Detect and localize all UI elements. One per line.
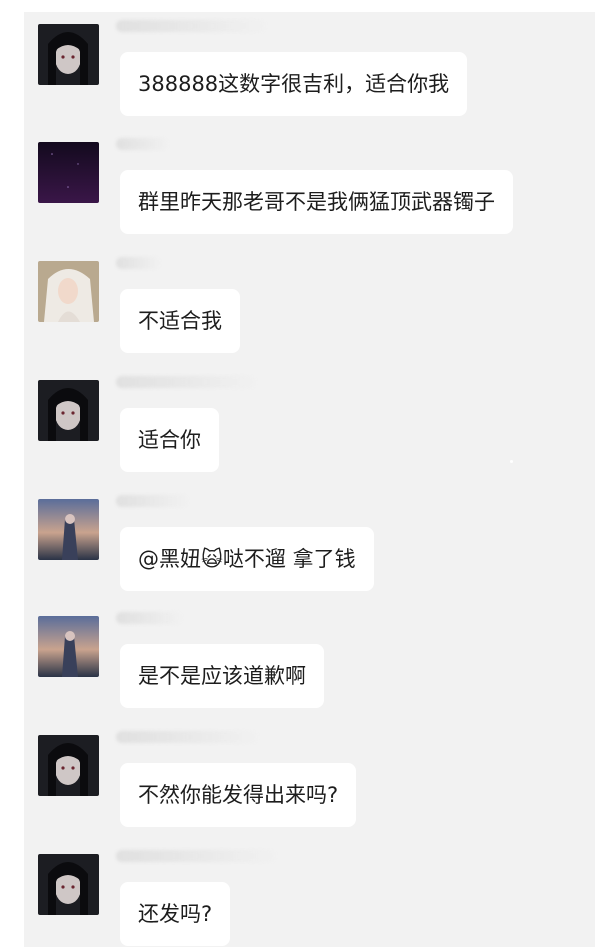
message-bubble[interactable]: 是不是应该道歉啊 xyxy=(120,644,324,708)
sender-name-redacted xyxy=(116,138,168,150)
message-bubble[interactable]: 还发吗? xyxy=(120,882,231,946)
sender-name-redacted xyxy=(116,612,182,624)
stray-dot xyxy=(510,460,513,463)
message-bubble[interactable]: 群里昨天那老哥不是我俩猛顶武器镯子 xyxy=(120,170,513,234)
white-hair-girl-avatar[interactable] xyxy=(38,261,99,322)
message-bubble[interactable]: 388888这数字很吉利，适合你我 xyxy=(120,52,468,116)
sender-name-redacted xyxy=(116,20,266,32)
sender-name-redacted xyxy=(116,731,258,743)
message-bubble[interactable]: 适合你 xyxy=(120,408,219,472)
dark-hair-girl-avatar[interactable] xyxy=(38,24,99,85)
sender-name-redacted xyxy=(116,850,276,862)
message-bubble[interactable]: @黑妞🙀哒不遛 拿了钱 xyxy=(120,527,374,591)
sunset-girl-avatar[interactable] xyxy=(38,499,99,560)
message-bubble[interactable]: 不适合我 xyxy=(120,289,240,353)
dark-hair-girl-avatar[interactable] xyxy=(38,380,99,441)
sender-name-redacted xyxy=(116,257,160,269)
sender-name-redacted xyxy=(116,495,188,507)
dark-hair-girl-avatar[interactable] xyxy=(38,854,99,915)
dark-hair-girl-avatar[interactable] xyxy=(38,735,99,796)
message-bubble[interactable]: 不然你能发得出来吗? xyxy=(120,763,357,827)
chat-message-list[interactable]: 388888这数字很吉利，适合你我 群里昨天那老哥不是我俩猛顶武器镯子 不适合我… xyxy=(24,12,595,947)
sender-name-redacted xyxy=(116,376,256,388)
sunset-girl-avatar[interactable] xyxy=(38,616,99,677)
purple-night-avatar[interactable] xyxy=(38,142,99,203)
